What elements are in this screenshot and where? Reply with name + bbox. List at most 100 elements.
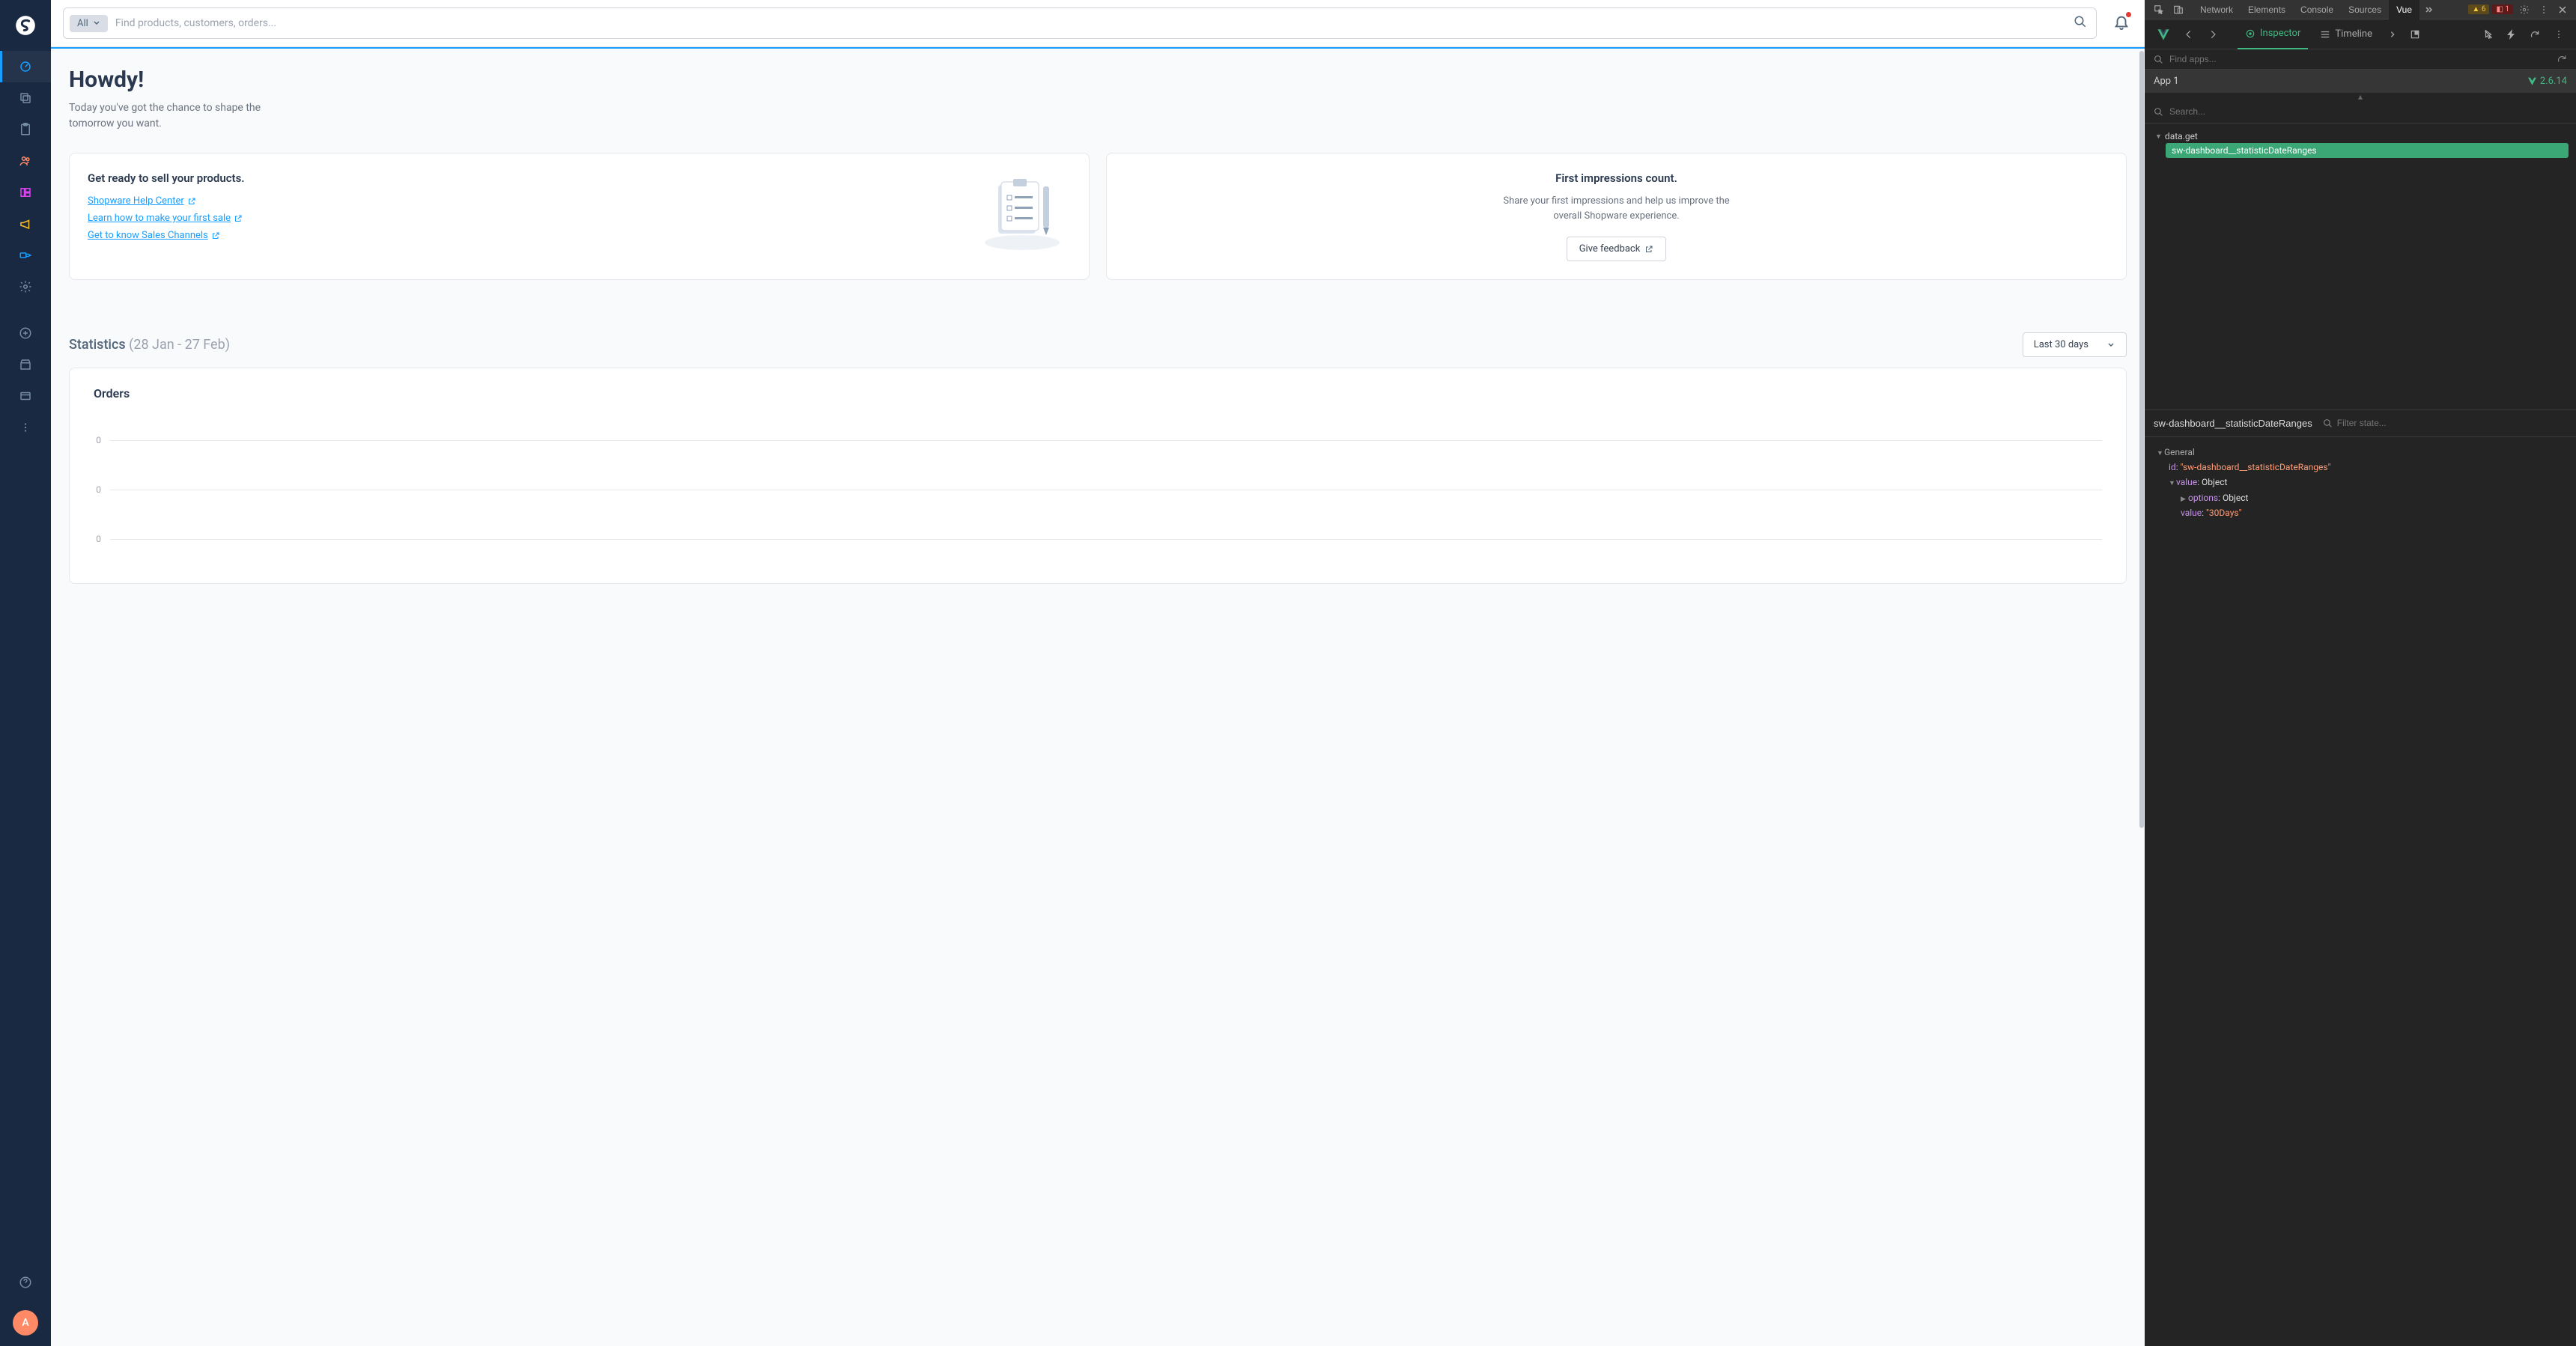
device-toggle-icon[interactable]	[2169, 4, 2188, 15]
chevron-down-icon	[2106, 341, 2115, 350]
devtools-tabs: Network Elements Console Sources Vue ▲ 6…	[2145, 0, 2576, 19]
vue-tab-inspector[interactable]: Inspector	[2238, 19, 2308, 49]
card-feedback-body: Share your first impressions and help us…	[1497, 194, 1737, 223]
search-icon	[2074, 15, 2087, 28]
scrollbar-thumb[interactable]	[2139, 51, 2144, 828]
refresh-icon[interactable]	[2557, 54, 2567, 64]
devtools-settings-icon[interactable]	[2515, 4, 2534, 15]
tab-vue[interactable]: Vue	[2389, 0, 2419, 19]
chevron-right-icon[interactable]	[2384, 26, 2401, 43]
search-button[interactable]	[2071, 12, 2090, 34]
orders-chart-card: Orders 0 0 0	[69, 368, 2127, 584]
state-row-inner-value[interactable]: value: "30Days"	[2157, 505, 2564, 520]
new-window-icon[interactable]	[2405, 25, 2425, 44]
search-icon	[2154, 55, 2163, 64]
give-feedback-button[interactable]: Give feedback	[1567, 237, 1667, 261]
stats-range: (28 Jan - 27 Feb)	[129, 337, 230, 353]
vue-toolbar: Inspector Timeline	[2145, 19, 2576, 49]
search-filter-label: All	[77, 18, 88, 29]
search-filter[interactable]: All	[70, 15, 108, 32]
card-feedback-title: First impressions count.	[1555, 171, 1677, 185]
panel-collapse-handle[interactable]: ▴	[2145, 93, 2576, 100]
greeting-subtitle: Today you've got the chance to shape the…	[69, 100, 264, 132]
tab-network[interactable]: Network	[2193, 0, 2241, 19]
notifications-button[interactable]	[2110, 10, 2133, 36]
filter-state-input[interactable]	[2337, 418, 2567, 428]
external-link-icon	[1644, 245, 1653, 254]
tree-search-input[interactable]	[2169, 106, 2567, 117]
refresh-icon[interactable]	[2525, 25, 2545, 44]
search-input[interactable]	[115, 17, 2063, 29]
nav-customers[interactable]	[0, 145, 51, 177]
back-icon[interactable]	[2179, 25, 2199, 44]
nav-add[interactable]	[0, 317, 51, 349]
app-row[interactable]: App 1 2.6.14	[2145, 70, 2576, 93]
target-icon	[2245, 28, 2255, 39]
nav-extensions[interactable]	[0, 240, 51, 271]
state-row-value[interactable]: ▼value: Object	[2157, 475, 2564, 490]
orders-chart: 0 0 0	[94, 415, 2102, 565]
notification-dot	[2126, 12, 2131, 17]
find-apps-input[interactable]	[2169, 54, 2551, 64]
nav-headless[interactable]	[0, 380, 51, 412]
vue-menu-icon[interactable]	[2549, 25, 2569, 44]
tab-sources[interactable]: Sources	[2341, 0, 2389, 19]
search-icon	[2154, 107, 2163, 117]
state-header: sw-dashboard__statisticDateRanges	[2145, 409, 2576, 437]
warnings-badge[interactable]: ▲ 6	[2468, 4, 2489, 14]
y-tick: 0	[94, 435, 101, 445]
vue-tab-timeline[interactable]: Timeline	[2312, 19, 2380, 49]
errors-badge[interactable]: ◧ 1	[2492, 4, 2513, 14]
nav-settings[interactable]	[0, 271, 51, 302]
link-first-sale[interactable]: Learn how to make your first sale	[88, 213, 245, 224]
tab-console[interactable]: Console	[2293, 0, 2341, 19]
chevron-down-icon	[93, 19, 100, 27]
scrollbar[interactable]	[2139, 51, 2145, 1346]
nav-storefront[interactable]	[0, 349, 51, 380]
tree-node-selected[interactable]: sw-dashboard__statisticDateRanges	[2166, 143, 2569, 158]
main: All Howdy! Today you've got the chance t…	[51, 0, 2145, 1346]
devtools-close-icon[interactable]	[2554, 5, 2572, 14]
card-get-ready-title: Get ready to sell your products.	[88, 171, 245, 185]
search-icon	[2323, 418, 2333, 428]
app-name: App 1	[2154, 76, 2179, 87]
card-get-ready: Get ready to sell your products. Shopwar…	[69, 153, 1090, 280]
nav-marketing[interactable]	[0, 208, 51, 240]
logo[interactable]	[0, 0, 51, 51]
nav-catalogues[interactable]	[0, 82, 51, 114]
external-link-icon	[211, 231, 220, 240]
pick-component-icon[interactable]	[2479, 25, 2498, 44]
state-title: sw-dashboard__statisticDateRanges	[2154, 418, 2312, 429]
state-row-options[interactable]: ▶options: Object	[2157, 490, 2564, 505]
tree-search-bar	[2145, 100, 2576, 124]
tree-node-parent[interactable]: ▼ data.get	[2152, 130, 2569, 143]
vue-icon	[2527, 76, 2537, 86]
nav-orders[interactable]	[0, 114, 51, 145]
devtools: Network Elements Console Sources Vue ▲ 6…	[2145, 0, 2576, 1346]
performance-icon[interactable]	[2503, 25, 2521, 44]
date-range-label: Last 30 days	[2034, 339, 2089, 350]
nav-dashboard[interactable]	[0, 51, 51, 82]
avatar[interactable]: A	[13, 1310, 38, 1336]
y-tick: 0	[94, 484, 101, 495]
link-sales-channels[interactable]: Get to know Sales Channels	[88, 230, 245, 241]
devtools-menu-icon[interactable]	[2534, 4, 2554, 15]
state-row-id[interactable]: id: "sw-dashboard__statisticDateRanges"	[2157, 460, 2564, 475]
inspect-element-icon[interactable]	[2149, 4, 2169, 15]
component-tree: ▼ data.get sw-dashboard__statisticDateRa…	[2145, 124, 2576, 164]
nav-help[interactable]	[0, 1267, 51, 1298]
state-group-general[interactable]: ▼General	[2157, 445, 2564, 460]
vue-logo-icon[interactable]	[2152, 23, 2175, 46]
greeting: Howdy! Today you've got the chance to sh…	[69, 67, 2127, 132]
date-range-select[interactable]: Last 30 days	[2023, 332, 2127, 357]
nav-content[interactable]	[0, 177, 51, 208]
link-help-center[interactable]: Shopware Help Center	[88, 195, 245, 207]
greeting-title: Howdy!	[69, 67, 2127, 93]
external-link-icon	[234, 214, 243, 223]
tabs-overflow-icon[interactable]	[2419, 5, 2437, 14]
nav-more[interactable]	[0, 412, 51, 443]
card-feedback: First impressions count. Share your firs…	[1106, 153, 2127, 280]
tab-elements[interactable]: Elements	[2241, 0, 2293, 19]
clipboard-illustration	[973, 171, 1071, 254]
forward-icon[interactable]	[2203, 25, 2223, 44]
